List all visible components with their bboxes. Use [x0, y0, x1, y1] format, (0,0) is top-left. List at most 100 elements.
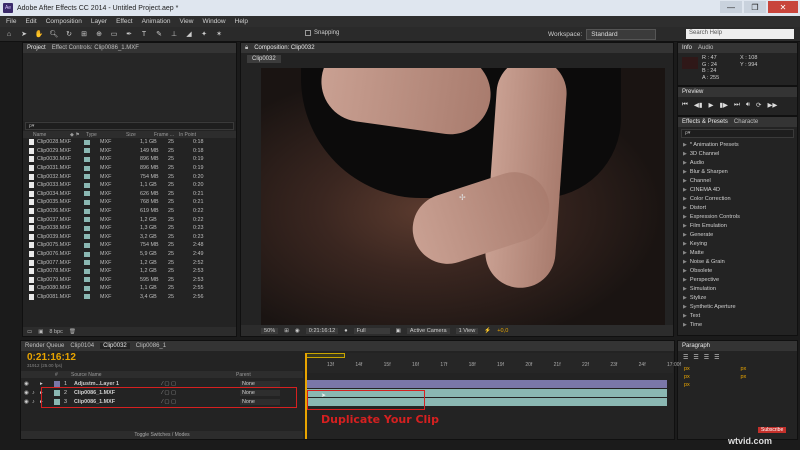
effect-category[interactable]: ▶ Generate [678, 230, 797, 239]
clone-stamp-tool-icon[interactable]: ⊥ [169, 30, 179, 38]
disclosure-triangle-icon[interactable]: ▶ [683, 241, 687, 247]
workspace-dropdown[interactable]: Standard [586, 29, 657, 40]
audio-icon[interactable]: 🔊︎ [746, 101, 750, 109]
project-file-row[interactable]: Clip0079.MXF MXF 595 MB 25 2:53 [23, 276, 236, 285]
menu-edit[interactable]: Edit [25, 18, 36, 25]
effect-category[interactable]: ▶ Audio [678, 158, 797, 167]
menu-help[interactable]: Help [235, 18, 248, 25]
disclosure-triangle-icon[interactable]: ▶ [683, 196, 687, 202]
selection-tool-icon[interactable]: ➤ [19, 30, 29, 38]
tab-paragraph[interactable]: Paragraph [682, 343, 710, 349]
puppet-tool-icon[interactable]: ✶ [214, 30, 224, 38]
effect-category[interactable]: ▶ Perspective [678, 275, 797, 284]
effect-category[interactable]: ▶ Matte [678, 248, 797, 257]
disclosure-triangle-icon[interactable]: ▶ [683, 268, 687, 274]
layer-label-swatch[interactable] [54, 380, 60, 387]
brush-tool-icon[interactable]: ✎ [154, 30, 164, 38]
label-swatch[interactable] [84, 139, 90, 145]
tab-clip0086-1[interactable]: Clip0086_1 [136, 343, 166, 349]
label-swatch[interactable] [84, 225, 90, 231]
effect-category[interactable]: ▶ Simulation [678, 284, 797, 293]
disclosure-triangle-icon[interactable]: ▶ [683, 205, 687, 211]
maximize-button[interactable]: ❐ [744, 1, 766, 13]
first-frame-icon[interactable]: ⏮ [682, 101, 688, 109]
pen-tool-icon[interactable]: ✒ [124, 30, 134, 38]
col-name[interactable]: Name [23, 132, 70, 138]
tab-render-queue[interactable]: Render Queue [25, 343, 64, 349]
project-file-row[interactable]: Clip0034.MXF MXF 626 MB 25 0:21 [23, 190, 236, 199]
audio-toggle-icon[interactable]: ♪ [32, 390, 40, 396]
disclosure-triangle-icon[interactable]: ▶ [683, 214, 687, 220]
timecode-display[interactable]: 0:21:16:12 [305, 327, 339, 334]
label-swatch[interactable] [84, 268, 90, 274]
tab-clip0104[interactable]: Clip0104 [70, 343, 94, 349]
label-swatch[interactable] [84, 174, 90, 180]
subscribe-badge[interactable]: Subscribe [758, 427, 787, 433]
layer-source-name[interactable]: Adjustm...Layer 1 [74, 381, 162, 387]
col-parent[interactable]: Parent [236, 372, 251, 378]
effect-category[interactable]: ▶ Text [678, 311, 797, 320]
menu-file[interactable]: File [6, 18, 16, 25]
col-in-point[interactable]: In Point [179, 132, 196, 138]
camera-dropdown[interactable]: Active Camera [406, 327, 450, 334]
align-left-icon[interactable]: ☰ [683, 354, 688, 361]
effect-category[interactable]: ▶ Film Emulation [678, 221, 797, 230]
label-swatch[interactable] [84, 182, 90, 188]
effect-category[interactable]: ▶ Stylize [678, 293, 797, 302]
disclosure-triangle-icon[interactable]: ▶ [683, 178, 687, 184]
disclosure-triangle-icon[interactable]: ▶ [683, 304, 687, 310]
toggle-switches-button[interactable]: Toggle Switches / Modes [21, 431, 303, 439]
disclosure-triangle-icon[interactable]: ▶ [683, 322, 687, 328]
effects-search-input[interactable]: ρ▾ [681, 129, 794, 138]
next-frame-icon[interactable]: ▮▶ [719, 101, 728, 109]
home-icon[interactable]: ⌂ [4, 31, 14, 38]
menu-window[interactable]: Window [203, 18, 226, 25]
rectangle-tool-icon[interactable]: ▭ [109, 30, 119, 38]
project-file-row[interactable]: Clip0078.MXF MXF 1,2 GB 25 2:53 [23, 267, 236, 276]
label-swatch[interactable] [84, 260, 90, 266]
label-swatch[interactable] [84, 191, 90, 197]
disclosure-triangle-icon[interactable]: ▶ [683, 250, 687, 256]
effect-category[interactable]: ▶ Synthetic Aperture [678, 302, 797, 311]
zoom-dropdown[interactable]: 50% [261, 327, 279, 334]
work-area-bar[interactable] [305, 353, 345, 358]
effect-category[interactable]: ▶ Distort [678, 203, 797, 212]
hand-tool-icon[interactable]: ✋ [34, 30, 44, 38]
label-swatch[interactable] [84, 208, 90, 214]
label-swatch[interactable] [84, 234, 90, 240]
effect-category[interactable]: ▶ Keying [678, 239, 797, 248]
effect-category[interactable]: ▶ Time [678, 320, 797, 329]
visibility-eye-icon[interactable]: ◉ [24, 399, 32, 405]
label-swatch[interactable] [84, 242, 90, 248]
tab-clip0032[interactable]: Clip0032 [100, 343, 130, 349]
tab-character[interactable]: Characte [734, 119, 758, 125]
pan-behind-tool-icon[interactable]: ⊕ [94, 30, 104, 38]
layer-bar-adjustment[interactable] [307, 380, 667, 388]
col-frame-rate[interactable]: Frame ... [154, 132, 179, 138]
project-file-row[interactable]: Clip0030.MXF MXF 896 MB 25 0:19 [23, 155, 236, 164]
project-file-row[interactable]: Clip0038.MXF MXF 1,3 GB 25 0:23 [23, 224, 236, 233]
tab-project[interactable]: Project [27, 45, 46, 51]
menu-effect[interactable]: Effect [116, 18, 133, 25]
project-file-row[interactable]: Clip0080.MXF MXF 1,1 GB 25 2:55 [23, 284, 236, 293]
layer-parent-dropdown[interactable]: None [240, 380, 280, 387]
eraser-tool-icon[interactable]: ◢ [184, 30, 194, 38]
effect-category[interactable]: ▶ Blur & Sharpen [678, 167, 797, 176]
menu-layer[interactable]: Layer [91, 18, 107, 25]
label-swatch[interactable] [84, 251, 90, 257]
project-file-row[interactable]: Clip0076.MXF MXF 5,9 GB 25 2:49 [23, 250, 236, 259]
project-file-row[interactable]: Clip0077.MXF MXF 1,2 GB 25 2:52 [23, 258, 236, 267]
layer-switches[interactable]: ⁄ ▢ ▢ [162, 381, 240, 387]
project-file-row[interactable]: Clip0031.MXF MXF 896 MB 25 0:19 [23, 164, 236, 173]
tab-info[interactable]: Info [682, 45, 692, 51]
disclosure-triangle-icon[interactable]: ▶ [683, 277, 687, 283]
effect-category[interactable]: ▶ * Animation Presets [678, 140, 797, 149]
rotate-tool-icon[interactable]: ↻ [64, 30, 74, 38]
project-file-row[interactable]: Clip0075.MXF MXF 754 MB 25 2:48 [23, 241, 236, 250]
label-swatch[interactable] [84, 277, 90, 283]
label-col-icon[interactable]: ◆ ⚑ [70, 132, 86, 138]
roto-brush-tool-icon[interactable]: ✦ [199, 30, 209, 38]
disclosure-triangle-icon[interactable]: ▶ [683, 169, 687, 175]
label-swatch[interactable] [84, 199, 90, 205]
time-ruler[interactable]: 13f 14f 15f 16f 17f 18f 19f 20f 21f 22f 23f 24f 17:0… [305, 353, 681, 373]
